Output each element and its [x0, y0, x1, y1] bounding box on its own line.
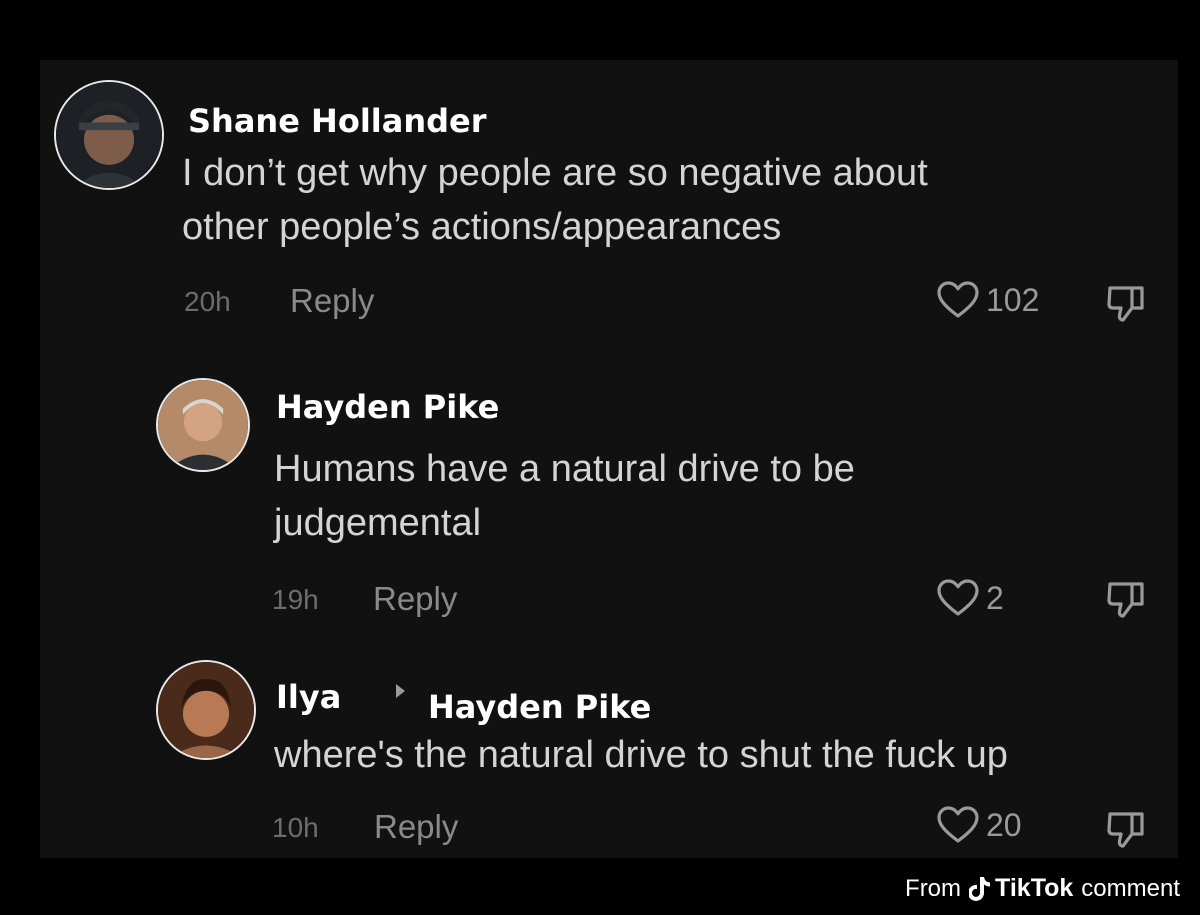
thumbs-down-outline-icon: [1107, 812, 1144, 848]
like-button[interactable]: 2: [936, 578, 1004, 618]
tiktok-brand: TikTok: [969, 874, 1073, 903]
comment-text-line: judgemental: [274, 502, 482, 544]
avatar-image-ilya: [158, 662, 254, 758]
heart-outline-icon: [937, 806, 979, 843]
dislike-button[interactable]: [1104, 282, 1148, 331]
timestamp: 20h: [184, 286, 231, 317]
reply-button[interactable]: Reply: [374, 808, 458, 846]
avatar[interactable]: [54, 80, 164, 190]
like-count: 2: [986, 579, 1004, 616]
comment-text-line: I don’t get why people are so negative a…: [182, 152, 928, 194]
avatar-image-shane: [56, 82, 162, 188]
timestamp: 19h: [272, 584, 319, 615]
comments-panel: Shane Hollander I don’t get why people a…: [40, 60, 1178, 858]
comment-text-line: where's the natural drive to shut the fu…: [274, 734, 1008, 776]
avatar[interactable]: [156, 660, 256, 760]
username[interactable]: Hayden Pike: [276, 388, 499, 426]
like-count: 20: [986, 806, 1022, 843]
username[interactable]: Shane Hollander: [188, 102, 487, 140]
like-count: 102: [986, 281, 1040, 318]
heart-outline-icon: [937, 281, 979, 318]
username[interactable]: Ilya: [276, 678, 341, 716]
tiktok-logo-icon: [969, 876, 991, 901]
like-button[interactable]: 20: [936, 805, 1022, 845]
tiktok-attribution: From TikTok comment: [905, 874, 1180, 903]
triangle-right-icon: [396, 684, 405, 698]
brand-name: TikTok: [995, 874, 1074, 902]
reply-button[interactable]: Reply: [290, 282, 374, 320]
comment-text: where's the natural drive to shut the fu…: [274, 728, 1008, 782]
thumbs-down-outline-icon: [1107, 582, 1144, 618]
thumbs-down-outline-icon: [1107, 286, 1144, 322]
comment-text: Humans have a natural drive to be judgem…: [274, 442, 855, 550]
timestamp: 10h: [272, 812, 319, 843]
avatar-image-hayden: [158, 380, 248, 470]
comment-text: I don’t get why people are so negative a…: [182, 146, 928, 254]
footer-suffix: comment: [1081, 874, 1180, 902]
reply-button[interactable]: Reply: [373, 580, 457, 618]
heart-outline-icon: [937, 579, 979, 616]
comment-text-line: other people’s actions/appearances: [182, 206, 782, 248]
dislike-button[interactable]: [1104, 808, 1148, 857]
footer-prefix: From: [905, 874, 962, 902]
reply-to-username[interactable]: Hayden Pike: [428, 688, 651, 726]
dislike-button[interactable]: [1104, 578, 1148, 627]
comment-text-line: Humans have a natural drive to be: [274, 448, 855, 490]
like-button[interactable]: 102: [936, 280, 1039, 320]
avatar[interactable]: [156, 378, 250, 472]
